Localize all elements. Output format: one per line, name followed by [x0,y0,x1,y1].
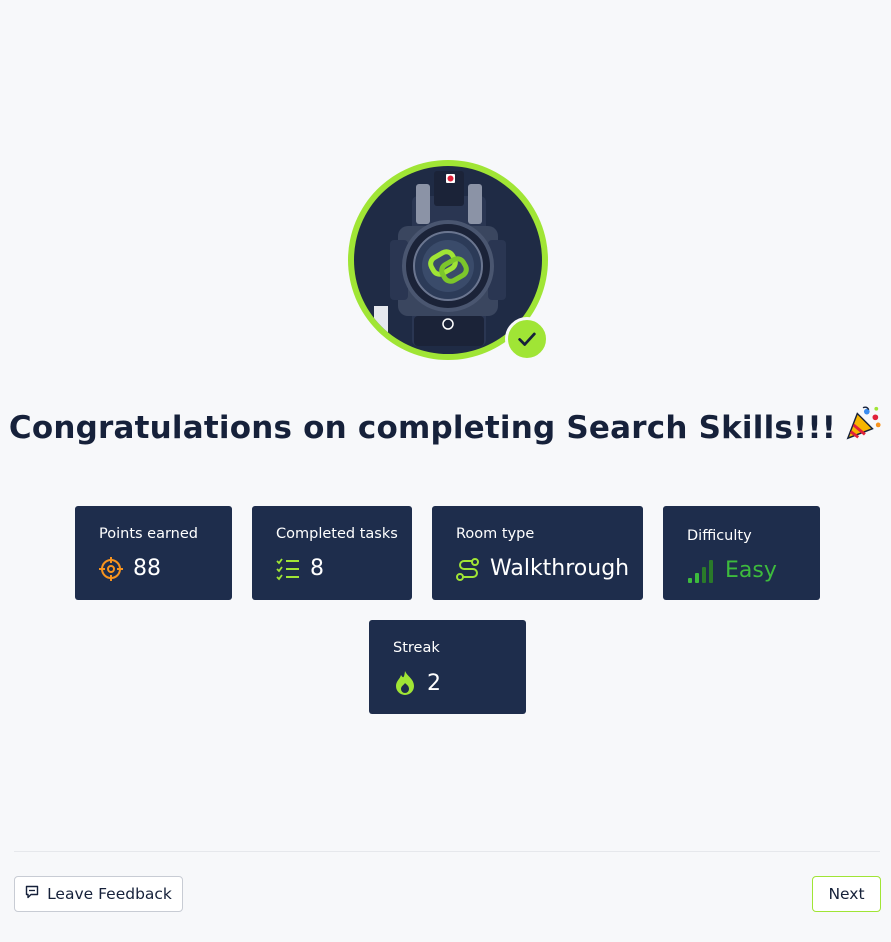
stat-card-points: Points earned 88 [75,506,232,600]
room-badge [348,160,549,361]
title-text: Congratulations on completing Search Ski… [8,410,837,446]
route-icon [456,557,480,581]
leave-feedback-label: Leave Feedback [47,885,172,903]
stat-label: Room type [456,526,535,542]
check-icon [505,317,549,361]
stat-card-room-type: Room type Walkthrough [432,506,643,600]
checklist-icon [276,557,300,581]
stat-label: Points earned [99,526,198,542]
stat-value: 8 [310,556,324,581]
next-label: Next [828,885,865,903]
flame-icon [393,670,417,696]
next-button[interactable]: Next [812,876,881,912]
leave-feedback-button[interactable]: Leave Feedback [14,876,183,912]
stat-value: Easy [725,558,777,583]
stat-label: Difficulty [687,528,752,544]
stat-card-streak: Streak 2 [369,620,526,714]
footer-divider [14,851,880,852]
stat-card-tasks: Completed tasks 8 [252,506,412,600]
signal-bars-icon [687,559,715,583]
party-popper-icon [844,404,882,450]
target-icon [99,556,123,581]
stat-label: Streak [393,640,440,656]
stat-value: 88 [133,556,161,581]
stat-label: Completed tasks [276,526,398,542]
page-title: Congratulations on completing Search Ski… [0,404,891,450]
feedback-icon [25,885,47,903]
stat-card-difficulty: Difficulty Easy [663,506,820,600]
stat-value: 2 [427,670,441,696]
stat-value: Walkthrough [490,556,630,581]
